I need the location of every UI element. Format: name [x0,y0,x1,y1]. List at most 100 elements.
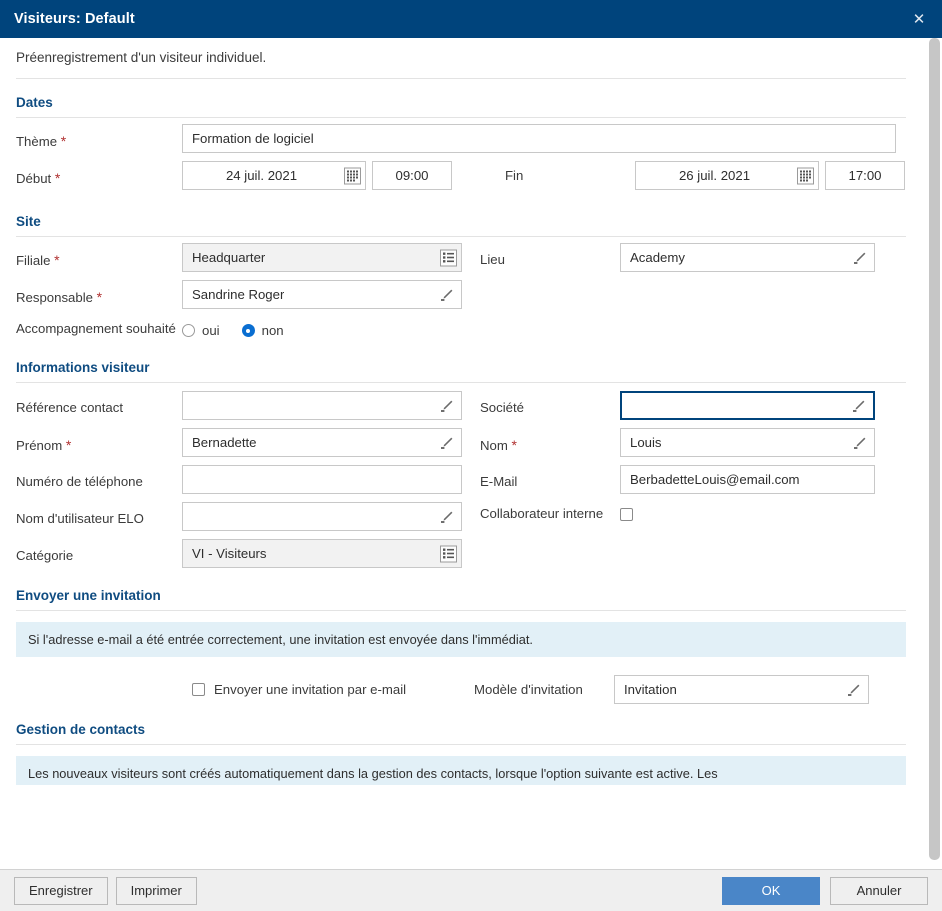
label-debut: Début * [16,161,182,188]
dialog-footer: Enregistrer Imprimer OK Annuler [0,869,942,911]
radio-oui-icon[interactable] [182,324,195,337]
label-fin: Fin [505,161,635,183]
label-lieu-text: Lieu [480,252,505,267]
input-theme[interactable]: Formation de logiciel [182,124,896,153]
pencil-icon[interactable] [438,508,456,526]
radio-option-oui[interactable]: oui [182,323,220,338]
radio-non-icon[interactable] [241,324,255,337]
input-debut-time[interactable]: 09:00 [372,161,452,190]
save-button[interactable]: Enregistrer [14,876,108,905]
radio-option-non[interactable]: non [241,323,284,338]
input-responsable-value: Sandrine Roger [192,287,285,302]
dialog-body-scroll: Préenregistrement d'un visiteur individu… [0,38,942,869]
calendar-icon[interactable] [344,167,361,184]
input-prenom[interactable]: Bernadette [182,428,462,458]
invitation-info-banner: Si l'adresse e-mail a été entrée correct… [16,622,906,658]
pencil-icon[interactable] [850,397,868,415]
input-modele-invitation-value: Invitation [624,682,677,698]
label-collaborateur-interne-text: Collaborateur interne [480,506,604,522]
label-email: E-Mail [480,465,620,491]
calendar-icon[interactable] [797,167,814,184]
label-societe-text: Société [480,400,524,416]
input-fin-time[interactable]: 17:00 [825,161,905,190]
label-telephone-text: Numéro de téléphone [16,474,143,490]
label-elo-username: Nom d'utilisateur ELO [16,502,182,528]
input-elo-username[interactable] [182,502,462,532]
input-societe[interactable] [620,391,875,421]
pencil-icon[interactable] [845,681,863,699]
input-fin-date[interactable]: 26 juil. 2021 [635,161,819,190]
label-email-text: E-Mail [480,474,518,490]
dialog-subtitle: Préenregistrement d'un visiteur individu… [16,38,906,79]
section-heading-visiteur: Informations visiteur [16,346,906,384]
input-theme-value: Formation de logiciel [192,131,314,146]
label-elo-username-text: Nom d'utilisateur ELO [16,511,144,527]
close-icon[interactable]: ✕ [906,6,932,32]
input-nom[interactable]: Louis [620,428,875,458]
required-marker: * [511,437,517,454]
cancel-button[interactable]: Annuler [830,876,928,905]
scrollbar-thumb[interactable] [929,38,940,860]
invitation-checkbox-group: Envoyer une invitation par e-mail [16,682,474,697]
input-debut-date-value: 24 juil. 2021 [225,168,298,183]
label-categorie-text: Catégorie [16,548,74,564]
list-icon[interactable] [440,249,457,266]
label-prenom-text: Prénom [16,438,63,454]
input-filiale[interactable]: Headquarter [182,243,462,272]
label-fin-text: Fin [505,168,524,183]
pencil-icon[interactable] [851,249,869,267]
label-nom: Nom * [480,428,620,455]
radio-non-label: non [261,323,284,338]
row-invitation-options: Envoyer une invitation par e-mail Modèle… [16,675,906,705]
checkbox-send-invitation[interactable] [192,683,205,697]
input-debut-date[interactable]: 24 juil. 2021 [182,161,366,190]
radio-oui-label: oui [202,323,220,338]
dialog-title: Visiteurs: Default [14,11,135,27]
dialog-titlebar: Visiteurs: Default ✕ [0,0,942,38]
input-modele-invitation[interactable]: Invitation [614,675,869,705]
input-lieu-value: Academy [630,250,685,265]
input-prenom-value: Bernadette [192,435,257,451]
row-prenom-nom: Prénom * Bernadette Nom * Louis [16,428,906,458]
section-heading-site: Site [16,198,906,237]
input-categorie[interactable]: VI - Visiteurs [182,539,462,569]
required-marker: * [60,133,67,149]
row-categorie: Catégorie VI - Visiteurs [16,539,906,569]
pencil-icon[interactable] [438,397,456,415]
input-telephone[interactable] [182,465,462,495]
section-heading-invitation: Envoyer une invitation [16,576,906,612]
row-filiale-lieu: Filiale * Headquarter Lieu Academy [16,243,906,272]
input-nom-value: Louis [630,435,662,451]
checkbox-send-invitation-label[interactable]: Envoyer une invitation par e-mail [214,682,406,697]
label-filiale-text: Filiale [16,253,51,268]
ok-button[interactable]: OK [722,876,820,905]
radio-group-accompagnement: oui non [182,317,306,338]
pencil-icon[interactable] [438,286,456,304]
label-lieu: Lieu [480,243,620,269]
label-accompagnement-text: Accompagnement souhaité [16,321,176,336]
visiteur-fields: Référence contact Société Prénom * Berna… [16,383,906,569]
list-icon[interactable] [440,545,457,563]
input-reference-contact[interactable] [182,391,462,421]
site-fields: Filiale * Headquarter Lieu Academy Respo… [16,237,906,338]
input-lieu[interactable]: Academy [620,243,875,272]
row-debut-fin: Début * 24 juil. 2021 09:00 Fin 26 juil.… [16,161,906,190]
input-fin-time-value: 17:00 [848,168,882,183]
label-theme-text: Thème [16,134,58,149]
vertical-scrollbar[interactable] [927,38,942,869]
pencil-icon[interactable] [438,434,456,452]
required-marker: * [96,289,103,305]
input-email-value: BerbadetteLouis@email.com [630,472,800,488]
section-heading-dates: Dates [16,79,906,118]
label-reference-contact: Référence contact [16,391,182,417]
label-accompagnement: Accompagnement souhaité [16,317,182,338]
print-button[interactable]: Imprimer [115,876,197,905]
label-theme: Thème * [16,124,182,151]
checkbox-collaborateur-interne[interactable] [620,508,633,522]
input-debut-time-value: 09:00 [395,168,429,183]
input-responsable[interactable]: Sandrine Roger [182,280,462,309]
label-prenom: Prénom * [16,428,182,455]
pencil-icon[interactable] [851,434,869,452]
label-responsable-text: Responsable [16,290,93,305]
input-email[interactable]: BerbadetteLouis@email.com [620,465,875,495]
